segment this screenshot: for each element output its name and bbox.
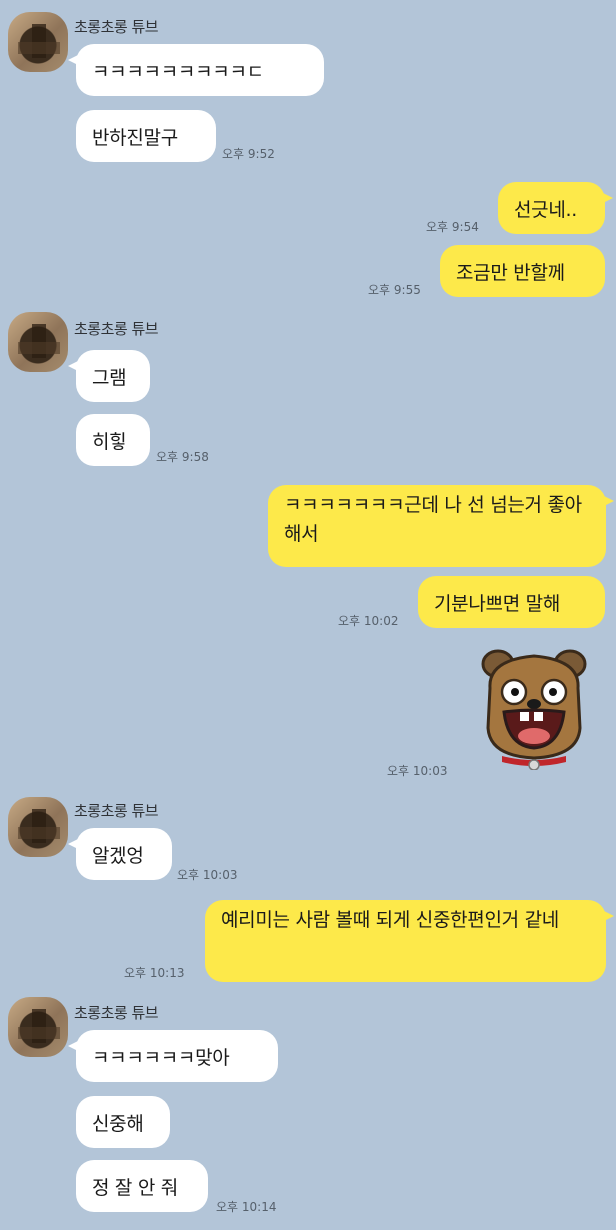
message-bubble-incoming[interactable]: ㅋㅋㅋㅋㅋㅋㅋㅋㅋㄷ [68, 44, 324, 96]
message-timestamp: 오후 10:13 [124, 966, 185, 980]
message-bubble-outgoing[interactable]: 선긋네.. [498, 182, 613, 234]
message-timestamp: 오후 9:55 [368, 283, 421, 297]
dog-emoticon[interactable] [478, 638, 590, 770]
sender-name: 초롱초롱 튜브 [74, 18, 159, 36]
sender-avatar[interactable] [8, 997, 68, 1057]
message-bubble-incoming[interactable]: 반하진말구 [76, 110, 216, 162]
message-bubble-incoming[interactable]: 신중해 [76, 1096, 170, 1148]
message-timestamp: 오후 10:03 [387, 764, 448, 778]
message-bubble-incoming[interactable]: 알겠엉 [68, 828, 172, 880]
sender-name: 초롱초롱 튜브 [74, 802, 159, 820]
message-timestamp: 오후 9:58 [156, 450, 209, 464]
sender-avatar[interactable] [8, 12, 68, 72]
message-bubble-incoming[interactable]: ㅋㅋㅋㅋㅋㅋ맞아 [68, 1030, 278, 1082]
sender-avatar[interactable] [8, 312, 68, 372]
message-bubble-outgoing[interactable]: ㅋㅋㅋㅋㅋㅋㅋ근데 나 선 넘는거 좋아해서 [268, 485, 614, 567]
message-bubble-outgoing[interactable]: 예리미는 사람 볼때 되게 신중한편인거 같네 [205, 900, 614, 982]
message-bubble-incoming[interactable]: 히힣 [76, 414, 150, 466]
sender-name: 초롱초롱 튜브 [74, 320, 159, 338]
sender-name: 초롱초롱 튜브 [74, 1004, 159, 1022]
message-timestamp: 오후 10:02 [338, 614, 399, 628]
sender-avatar[interactable] [8, 797, 68, 857]
message-bubble-outgoing[interactable]: 기분나쁘면 말해 [418, 576, 605, 628]
message-timestamp: 오후 9:52 [222, 147, 275, 161]
message-bubble-incoming[interactable]: 그램 [68, 350, 150, 402]
message-timestamp: 오후 10:03 [177, 868, 238, 882]
message-timestamp: 오후 10:14 [216, 1200, 277, 1214]
message-bubble-outgoing[interactable]: 조금만 반할께 [440, 245, 605, 297]
message-bubble-incoming[interactable]: 정 잘 안 줘 [76, 1160, 208, 1212]
message-timestamp: 오후 9:54 [426, 220, 479, 234]
